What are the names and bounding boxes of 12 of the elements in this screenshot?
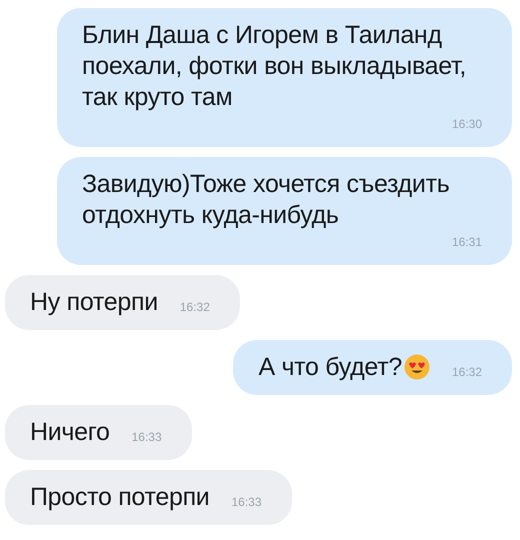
message-text: Ничего [30, 417, 110, 448]
message-text: Ну потерпи [30, 287, 158, 318]
message-text: Блин Даша с Игорем в Таиланд поехали, фотки вон выкладывает, так круто там [82, 20, 468, 113]
message-time: 16:32 [452, 364, 482, 381]
message-text: Завидую)Тоже хочется съездить отдохнуть куда-нибудь [82, 169, 450, 231]
message-time: 16:31 [452, 234, 482, 251]
message-time: 16:30 [452, 116, 482, 133]
message-time: 16:32 [180, 299, 210, 316]
message-text: А что будет? [258, 352, 430, 383]
message-time: 16:33 [231, 494, 262, 511]
message-time: 16:33 [132, 429, 162, 446]
message-text: Просто потерпи [30, 482, 210, 513]
